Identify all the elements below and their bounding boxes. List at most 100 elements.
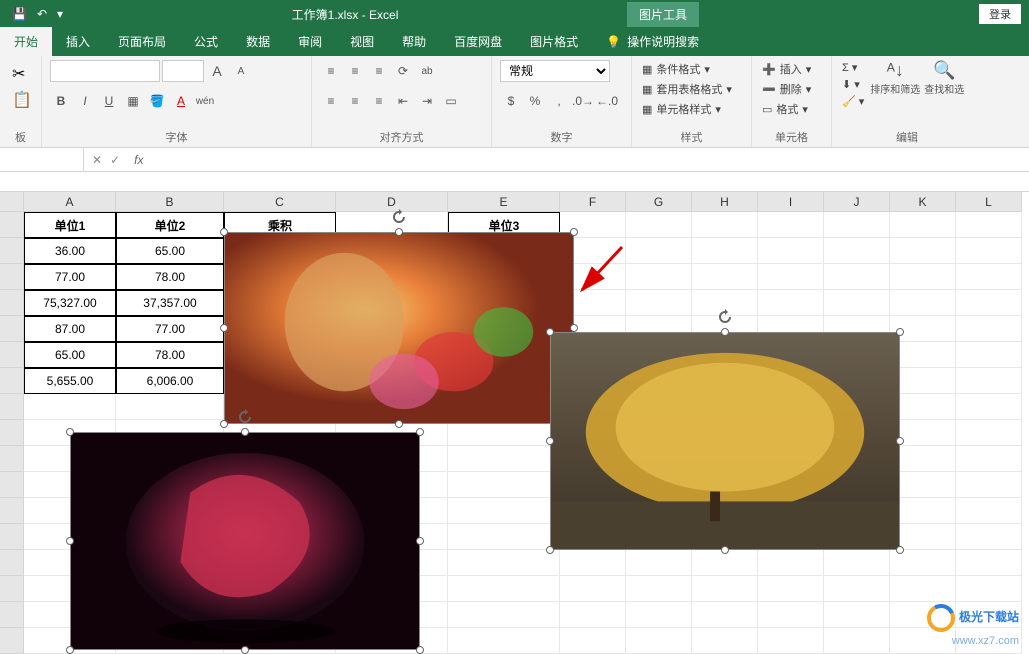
fx-icon[interactable]: fx <box>128 153 149 167</box>
cell[interactable] <box>758 628 824 654</box>
fill-button[interactable]: ⬇ ▾ <box>840 77 866 92</box>
cell[interactable]: 78.00 <box>116 342 224 368</box>
cell[interactable]: 37,357.00 <box>116 290 224 316</box>
cell[interactable] <box>448 550 560 576</box>
align-right-icon[interactable]: ≡ <box>368 90 390 112</box>
resize-handle[interactable] <box>896 546 904 554</box>
cell[interactable] <box>890 576 956 602</box>
row-header[interactable] <box>0 368 24 394</box>
currency-icon[interactable]: $ <box>500 90 522 112</box>
increase-decimal-icon[interactable]: .0→ <box>572 90 594 112</box>
cell[interactable] <box>626 212 692 238</box>
cell[interactable] <box>626 550 692 576</box>
column-header[interactable]: K <box>890 192 956 212</box>
sort-filter-button[interactable]: 排序和筛选 <box>870 81 920 96</box>
resize-handle[interactable] <box>66 537 74 545</box>
format-cells-button[interactable]: ▭ 格式 ▾ <box>760 100 823 118</box>
row-header[interactable] <box>0 394 24 420</box>
delete-cells-button[interactable]: ➖ 删除 ▾ <box>760 80 823 98</box>
column-header[interactable]: I <box>758 192 824 212</box>
cell[interactable] <box>956 238 1022 264</box>
cell[interactable] <box>448 628 560 654</box>
tab-data[interactable]: 数据 <box>232 27 284 56</box>
cell[interactable] <box>448 524 560 550</box>
cell[interactable]: 77.00 <box>24 264 116 290</box>
cell[interactable] <box>824 576 890 602</box>
cell[interactable] <box>824 264 890 290</box>
number-format-select[interactable]: 常规 <box>500 60 610 82</box>
cell[interactable] <box>824 628 890 654</box>
find-select-icon[interactable]: 🔍 <box>933 60 955 81</box>
border-button[interactable]: ▦ <box>122 90 144 112</box>
name-box[interactable] <box>0 148 84 171</box>
cell[interactable]: 5,655.00 <box>24 368 116 394</box>
tab-help[interactable]: 帮助 <box>388 27 440 56</box>
column-header[interactable]: L <box>956 192 1022 212</box>
tell-me[interactable]: 💡 操作说明搜索 <box>592 27 713 56</box>
cell[interactable] <box>448 472 560 498</box>
cell[interactable] <box>626 628 692 654</box>
column-header[interactable]: A <box>24 192 116 212</box>
confirm-formula-icon[interactable]: ✓ <box>110 153 120 167</box>
cell[interactable] <box>956 550 1022 576</box>
merge-button[interactable]: ▭ <box>440 90 462 112</box>
select-all-corner[interactable] <box>0 192 24 212</box>
increase-font-icon[interactable]: A <box>206 60 228 82</box>
inserted-image-1[interactable] <box>224 232 574 424</box>
spreadsheet-grid[interactable]: ABCDEFGHIJKL 单位1单位2乘积单位336.0065.002,340.… <box>0 192 1029 654</box>
cell[interactable] <box>956 316 1022 342</box>
italic-button[interactable]: I <box>74 90 96 112</box>
resize-handle[interactable] <box>416 537 424 545</box>
cell[interactable] <box>692 212 758 238</box>
cell[interactable] <box>956 368 1022 394</box>
cell[interactable]: 75,327.00 <box>24 290 116 316</box>
column-header[interactable]: J <box>824 192 890 212</box>
cell[interactable] <box>626 238 692 264</box>
align-top-icon[interactable]: ≡ <box>320 60 342 82</box>
row-header[interactable] <box>0 628 24 654</box>
cell[interactable] <box>560 628 626 654</box>
align-middle-icon[interactable]: ≡ <box>344 60 366 82</box>
cell[interactable] <box>626 264 692 290</box>
sort-filter-icon[interactable]: ᴬ↓ <box>887 60 904 81</box>
cell[interactable] <box>956 498 1022 524</box>
tab-start[interactable]: 开始 <box>0 27 52 56</box>
cell[interactable] <box>626 290 692 316</box>
row-header[interactable] <box>0 316 24 342</box>
cell[interactable]: 65.00 <box>116 238 224 264</box>
cell[interactable] <box>890 290 956 316</box>
cell[interactable] <box>758 212 824 238</box>
cancel-formula-icon[interactable]: ✕ <box>92 153 102 167</box>
cell[interactable] <box>956 524 1022 550</box>
cell[interactable] <box>560 602 626 628</box>
resize-handle[interactable] <box>220 420 228 428</box>
resize-handle[interactable] <box>395 228 403 236</box>
cell[interactable]: 单位2 <box>116 212 224 238</box>
resize-handle[interactable] <box>721 546 729 554</box>
row-header[interactable] <box>0 290 24 316</box>
cut-icon[interactable]: ✂ <box>12 64 25 84</box>
rotate-handle-icon[interactable] <box>391 209 407 225</box>
align-bottom-icon[interactable]: ≡ <box>368 60 390 82</box>
column-header[interactable]: F <box>560 192 626 212</box>
row-header[interactable] <box>0 342 24 368</box>
indent-increase-icon[interactable]: ⇥ <box>416 90 438 112</box>
resize-handle[interactable] <box>896 437 904 445</box>
row-header[interactable] <box>0 602 24 628</box>
resize-handle[interactable] <box>570 324 578 332</box>
cell[interactable] <box>448 446 560 472</box>
cell[interactable]: 65.00 <box>24 342 116 368</box>
fill-color-button[interactable]: 🪣 <box>146 90 168 112</box>
tab-review[interactable]: 审阅 <box>284 27 336 56</box>
cell[interactable] <box>824 602 890 628</box>
resize-handle[interactable] <box>416 428 424 436</box>
cell[interactable] <box>448 602 560 628</box>
cell[interactable]: 6,006.00 <box>116 368 224 394</box>
cell[interactable] <box>956 290 1022 316</box>
cell[interactable] <box>758 550 824 576</box>
tab-formula[interactable]: 公式 <box>180 27 232 56</box>
login-button[interactable]: 登录 <box>979 4 1021 24</box>
column-header[interactable]: G <box>626 192 692 212</box>
resize-handle[interactable] <box>241 428 249 436</box>
cell[interactable] <box>890 238 956 264</box>
